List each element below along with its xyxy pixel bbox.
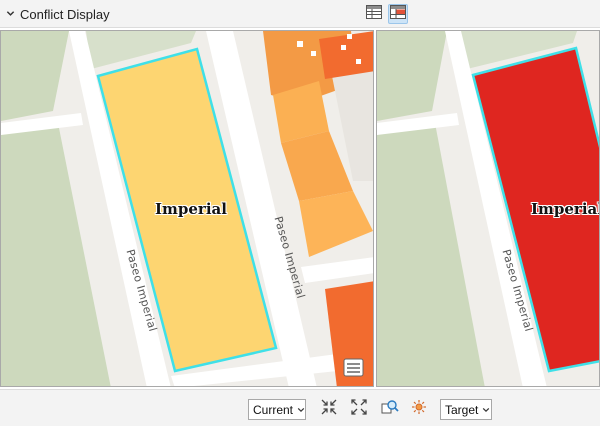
section-toggle[interactable]: Conflict Display	[6, 5, 110, 23]
target-select[interactable]: Target	[440, 399, 492, 420]
chevron-down-icon	[297, 403, 305, 417]
panel-title: Conflict Display	[20, 6, 110, 22]
expand-extent-icon	[351, 398, 367, 420]
attribute-table-icon[interactable]	[343, 358, 365, 378]
target-feature-label: Imperial	[531, 200, 600, 218]
target-select-value: Target	[445, 402, 479, 417]
expand-extent-button[interactable]	[349, 398, 369, 420]
table-highlight-icon	[390, 4, 406, 24]
flash-button[interactable]	[409, 399, 429, 419]
highlight-table-button[interactable]	[388, 4, 408, 24]
current-feature-label: Imperial	[155, 200, 227, 218]
flash-icon	[411, 399, 427, 420]
table-icon	[366, 4, 382, 24]
collapse-extent-button[interactable]	[319, 399, 339, 419]
zoom-to-feature-button[interactable]	[380, 399, 400, 419]
chevron-down-icon	[6, 5, 15, 23]
current-select[interactable]: Current	[248, 399, 306, 420]
chevron-down-icon	[482, 403, 490, 417]
conflict-display-header: Conflict Display	[0, 0, 600, 28]
zoom-to-feature-icon	[381, 398, 399, 421]
collapse-extent-icon	[321, 399, 337, 420]
current-select-value: Current	[253, 402, 294, 417]
target-map-view[interactable]: Imperial Paseo Imperial	[376, 30, 600, 387]
current-map-view[interactable]: Imperial Paseo Imperial Paseo Imperial	[0, 30, 374, 387]
table-view-button[interactable]	[364, 4, 384, 24]
conflict-toolbar: Current Target	[0, 389, 600, 426]
